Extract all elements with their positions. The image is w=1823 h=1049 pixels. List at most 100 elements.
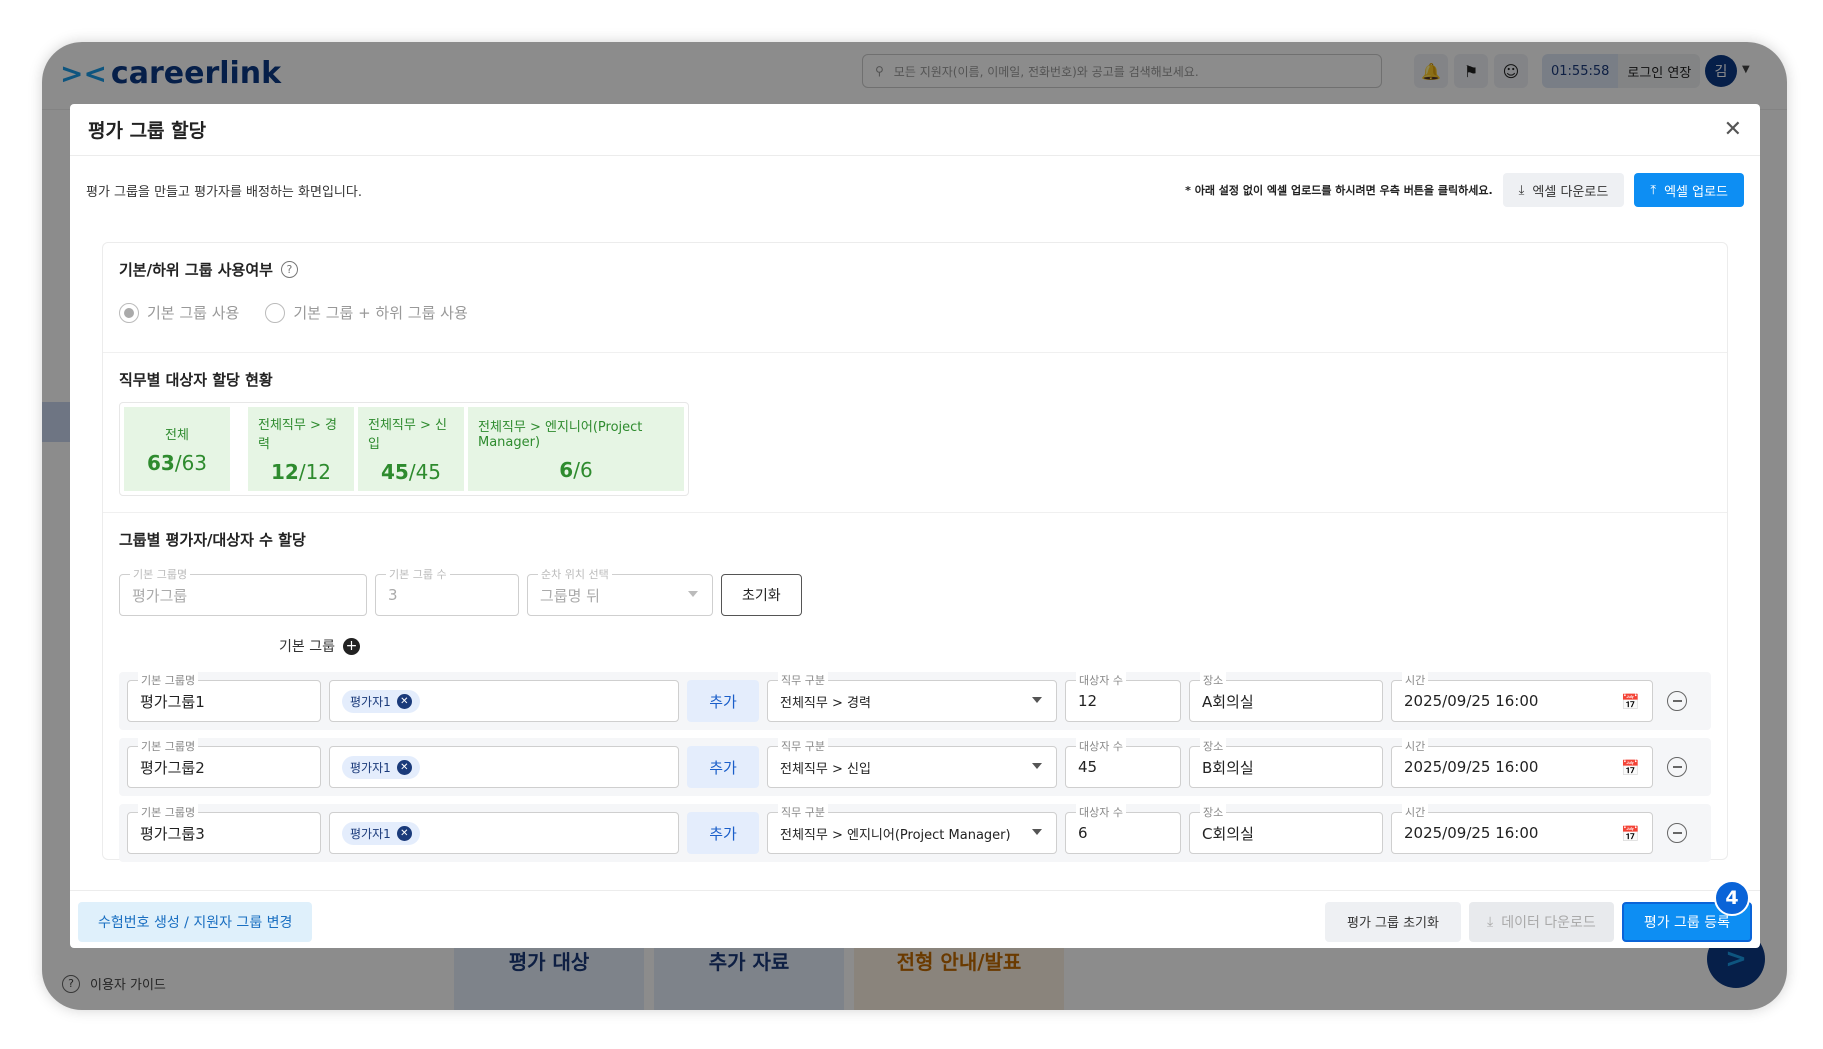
status-card-all: 전체 63/63: [124, 407, 230, 491]
remove-chip-icon[interactable]: ✕: [396, 693, 412, 709]
time-input[interactable]: 시간 2025/09/25 16:00 📅: [1391, 738, 1653, 788]
place-input[interactable]: 장소 B회의실: [1189, 738, 1383, 788]
status-card-engineer: 전체직무 > 엔지니어(Project Manager) 6/6: [468, 407, 684, 491]
evaluator-input[interactable]: 평가자1 ✕: [329, 812, 679, 854]
add-evaluator-button[interactable]: 추가: [687, 680, 759, 722]
download-icon: ⤓: [1518, 182, 1525, 198]
assign-section: 그룹별 평가자/대상자 수 할당 기본 그룹명 평가그룹 기본 그룹 수3 순차 …: [103, 513, 1727, 878]
assign-title: 그룹별 평가자/대상자 수 할당: [119, 531, 306, 549]
modal-description: 평가 그룹을 만들고 평가자를 배정하는 화면입니다.: [86, 184, 362, 200]
radio-sub-label: 기본 그룹 + 하위 그룹 사용: [293, 304, 468, 322]
data-download-label: 데이터 다운로드: [1501, 914, 1596, 931]
status-label: 전체: [165, 427, 189, 443]
excel-download-button[interactable]: ⤓ 엑셀 다운로드: [1502, 173, 1625, 207]
usage-radio-group: 기본 그룹 사용 기본 그룹 + 하위 그룹 사용: [119, 302, 1711, 323]
status-label: 전체직무 > 엔지니어(Project Manager): [478, 420, 643, 450]
status-card-newcomer: 전체직무 > 신입 45/45: [358, 407, 464, 491]
radio-basic-group[interactable]: 기본 그룹 사용: [119, 302, 239, 323]
modal-subbar: 평가 그룹을 만들고 평가자를 배정하는 화면입니다. * 아래 설정 없이 엑…: [70, 156, 1760, 224]
download-icon: ⤓: [1486, 913, 1494, 930]
basic-group-label: 기본 그룹: [279, 639, 335, 655]
radio-unchecked-icon: [265, 302, 286, 323]
data-download-button[interactable]: ⤓ 데이터 다운로드: [1468, 901, 1614, 942]
excel-actions: * 아래 설정 없이 엑셀 업로드를 하시려면 우측 버튼을 클릭하세요. ⤓ 엑…: [1185, 173, 1744, 207]
group-row: 기본 그룹명 평가그룹3 평가자1 ✕ 추가 직무 구분 전체직무 > 엔지니어(Pr…: [119, 804, 1711, 862]
usage-section: 기본/하위 그룹 사용여부? 기본 그룹 사용 기본 그룹 + 하위 그룹 사용: [103, 243, 1727, 353]
job-category-select[interactable]: 직무 구분 전체직무 > 신입: [767, 738, 1057, 788]
place-input[interactable]: 장소 A회의실: [1189, 672, 1383, 722]
remove-row-icon[interactable]: [1667, 823, 1687, 843]
group-row: 기본 그룹명 평가그룹2 평가자1 ✕ 추가 직무 구분 전체직무 > 신입 대상자 …: [119, 738, 1711, 796]
target-count-input[interactable]: 대상자 수 45: [1065, 738, 1181, 788]
upload-icon: ⤒: [1650, 182, 1657, 198]
add-evaluator-button[interactable]: 추가: [687, 812, 759, 854]
settings-card: 기본/하위 그룹 사용여부? 기본 그룹 사용 기본 그룹 + 하위 그룹 사용…: [102, 242, 1728, 862]
order-position-select[interactable]: 순차 위치 선택 그룹명 뒤: [527, 566, 713, 616]
footer-actions: 평가 그룹 초기화 ⤓ 데이터 다운로드 평가 그룹 등록 4: [1324, 879, 1752, 942]
excel-upload-label: 엑셀 업로드: [1664, 184, 1728, 200]
group-name-input[interactable]: 기본 그룹명 평가그룹1: [127, 672, 321, 722]
add-evaluator-button[interactable]: 추가: [687, 746, 759, 788]
reset-button[interactable]: 초기화: [721, 574, 802, 616]
status-label: 전체직무 > 경력: [258, 418, 337, 452]
remove-row-icon[interactable]: [1667, 691, 1687, 711]
assign-group-modal: 평가 그룹 할당 ✕ 평가 그룹을 만들고 평가자를 배정하는 화면입니다. *…: [70, 104, 1760, 948]
group-row: 기본 그룹명 평가그룹1 평가자1 ✕ 추가 직무 구분 전체직무 > 경력 대상자 …: [119, 672, 1711, 730]
evaluator-chip: 평가자1 ✕: [342, 755, 420, 779]
place-input[interactable]: 장소 C회의실: [1189, 804, 1383, 854]
radio-basic-label: 기본 그룹 사용: [147, 304, 240, 322]
job-category-select[interactable]: 직무 구분 전체직무 > 경력: [767, 672, 1057, 722]
time-input[interactable]: 시간 2025/09/25 16:00 📅: [1391, 804, 1653, 854]
status-section: 직무별 대상자 할당 현황 전체 63/63 전체직무 > 경력 12/12 전…: [103, 353, 1727, 513]
excel-upload-button[interactable]: ⤒ 엑셀 업로드: [1634, 173, 1744, 207]
status-title: 직무별 대상자 할당 현황: [119, 371, 273, 389]
base-group-count-input[interactable]: 기본 그룹 수3: [375, 566, 519, 616]
group-name-input[interactable]: 기본 그룹명 평가그룹2: [127, 738, 321, 788]
modal-header: 평가 그룹 할당 ✕: [70, 104, 1760, 156]
status-separator: [234, 407, 244, 491]
assign-controls: 기본 그룹명 평가그룹 기본 그룹 수3 순차 위치 선택 그룹명 뒤 초기화: [119, 566, 1711, 616]
status-label: 전체직무 > 신입: [368, 418, 447, 452]
status-value: 6/6: [559, 458, 593, 482]
status-value: 45/45: [380, 460, 442, 484]
radio-basic-sub-group[interactable]: 기본 그룹 + 하위 그룹 사용: [265, 302, 468, 323]
target-count-input[interactable]: 대상자 수6: [1065, 804, 1181, 854]
calendar-icon[interactable]: 📅: [1621, 693, 1640, 711]
status-value: 12/12: [270, 460, 332, 484]
chevron-down-icon: [1032, 829, 1042, 835]
help-icon[interactable]: ?: [280, 261, 298, 278]
job-category-select[interactable]: 직무 구분 전체직무 > 엔지니어(Project Manager): [767, 804, 1057, 854]
excel-note: * 아래 설정 없이 엑셀 업로드를 하시려면 우측 버튼을 클릭하세요.: [1185, 184, 1493, 197]
usage-title: 기본/하위 그룹 사용여부?: [119, 259, 1711, 280]
status-value: 63/63: [146, 450, 208, 475]
calendar-icon[interactable]: 📅: [1621, 825, 1640, 843]
close-icon[interactable]: ✕: [1724, 117, 1742, 142]
chevron-down-icon: [1032, 697, 1042, 703]
status-card-career: 전체직무 > 경력 12/12: [248, 407, 354, 491]
exam-number-button[interactable]: 수험번호 생성 / 지원자 그룹 변경: [78, 901, 313, 942]
remove-chip-icon[interactable]: ✕: [396, 759, 412, 775]
status-cards: 전체 63/63 전체직무 > 경력 12/12 전체직무 > 신입 45/45…: [119, 402, 689, 496]
modal-footer: 수험번호 생성 / 지원자 그룹 변경 평가 그룹 초기화 ⤓ 데이터 다운로드 …: [70, 879, 1760, 948]
radio-checked-icon: [119, 302, 139, 323]
reset-group-button[interactable]: 평가 그룹 초기화: [1324, 901, 1461, 942]
basic-group-header: 기본 그룹 +: [279, 636, 1711, 656]
chevron-down-icon: [1032, 763, 1042, 769]
add-group-icon[interactable]: +: [342, 637, 360, 655]
calendar-icon[interactable]: 📅: [1621, 759, 1640, 777]
modal-title: 평가 그룹 할당: [88, 120, 207, 142]
target-count-input[interactable]: 대상자 수 12: [1065, 672, 1181, 722]
evaluator-input[interactable]: 평가자1 ✕: [329, 746, 679, 788]
step-badge: 4: [1714, 879, 1750, 916]
base-group-name-input[interactable]: 기본 그룹명 평가그룹: [119, 566, 367, 616]
usage-title-text: 기본/하위 그룹 사용여부: [119, 261, 273, 279]
app-frame: >< careerlink ⚲ 모든 지원자(이름, 이메일, 전화번호)와 공고를…: [42, 42, 1787, 1010]
time-input[interactable]: 시간 2025/09/25 16:00 📅: [1391, 672, 1653, 722]
remove-row-icon[interactable]: [1667, 757, 1687, 777]
evaluator-input[interactable]: 평가자1 ✕: [329, 680, 679, 722]
evaluator-chip: 평가자1 ✕: [342, 689, 420, 713]
group-name-input[interactable]: 기본 그룹명 평가그룹3: [127, 804, 321, 854]
evaluator-chip: 평가자1 ✕: [342, 821, 420, 845]
remove-chip-icon[interactable]: ✕: [396, 825, 412, 841]
excel-download-label: 엑셀 다운로드: [1532, 184, 1609, 200]
